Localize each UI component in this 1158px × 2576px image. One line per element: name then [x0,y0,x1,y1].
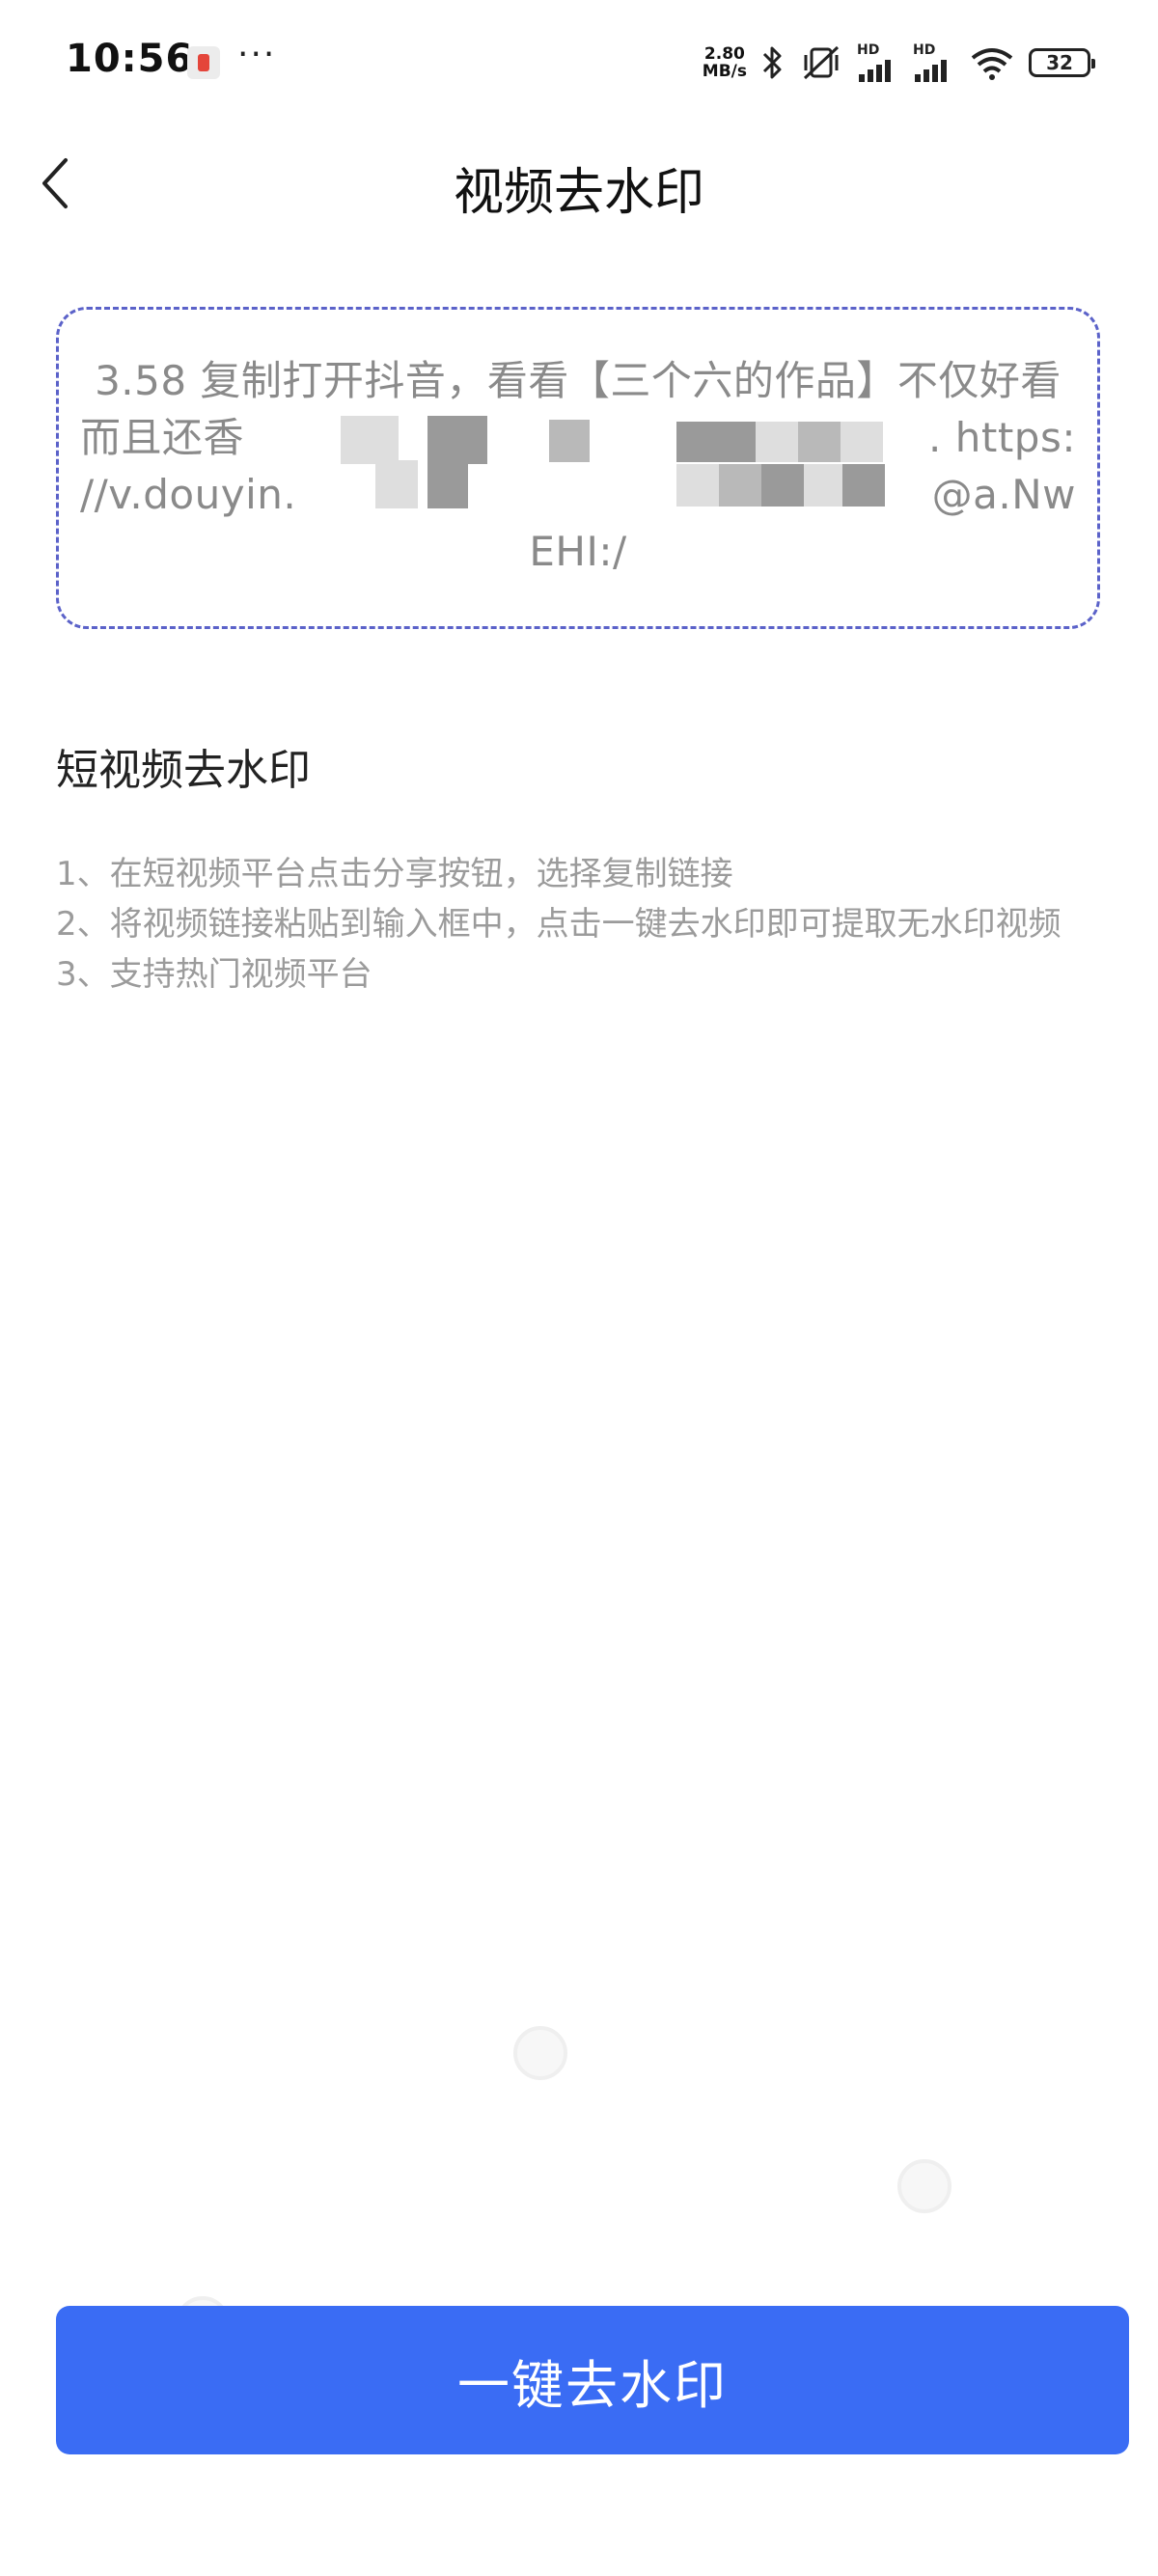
signal-2-label: HD [913,42,936,58]
link-text-line: //v.douyin. @a.Nw [80,466,1076,523]
wifi-icon [971,48,1013,80]
link-text-line: 3.58 复制打开抖音，看看【三个六的作品】不仅好看 [95,357,1062,404]
network-speed-unit: MB/s [702,62,747,81]
signal-icon [915,60,947,82]
signal-1: HD [857,43,899,82]
battery-icon: 32 [1029,48,1095,77]
link-text-segment: . https: [928,414,1076,461]
more-notifications-icon: ··· [237,35,277,74]
signal-1-label: HD [857,42,880,58]
link-text-segment: @a.Nw [931,471,1076,518]
network-speed: 2.80 MB/s [703,45,747,80]
vibrate-mute-icon [803,45,840,80]
status-time: 10:56 [66,37,194,81]
link-text-segment: 而且还香 [80,414,245,461]
link-input-text: 3.58 复制打开抖音，看看【三个六的作品】不仅好看 而且还香 . https:… [80,352,1076,580]
touch-indicator [897,2159,951,2213]
status-icons: 2.80 MB/s HD HD 32 [703,39,1095,87]
network-speed-value: 2.80 [703,44,745,64]
bluetooth-icon [762,46,782,79]
touch-indicator [513,2026,567,2080]
top-nav-bar: 视频去水印 [0,130,1158,236]
notification-app-icon [187,46,220,79]
instruction-list: 1、在短视频平台点击分享按钮，选择复制链接 2、将视频链接粘贴到输入框中，点击一… [56,849,1100,1000]
signal-icon [859,60,891,82]
instruction-step: 1、在短视频平台点击分享按钮，选择复制链接 [56,855,733,893]
signal-2: HD [913,43,955,82]
battery-level: 32 [1046,51,1073,74]
instruction-step: 3、支持热门视频平台 [56,955,372,994]
link-input[interactable]: 3.58 复制打开抖音，看看【三个六的作品】不仅好看 而且还香 . https:… [56,307,1100,629]
remove-watermark-button[interactable]: 一键去水印 [56,2306,1129,2454]
section-title: 短视频去水印 [56,746,311,795]
link-text-segment: //v.douyin. [80,471,297,518]
link-text-line: EHI:/ [529,528,627,575]
status-bar: 10:56 ··· 2.80 MB/s HD HD 32 [0,0,1158,130]
page-title: 视频去水印 [453,164,704,222]
instruction-step: 2、将视频链接粘贴到输入框中，点击一键去水印即可提取无水印视频 [56,905,1062,944]
